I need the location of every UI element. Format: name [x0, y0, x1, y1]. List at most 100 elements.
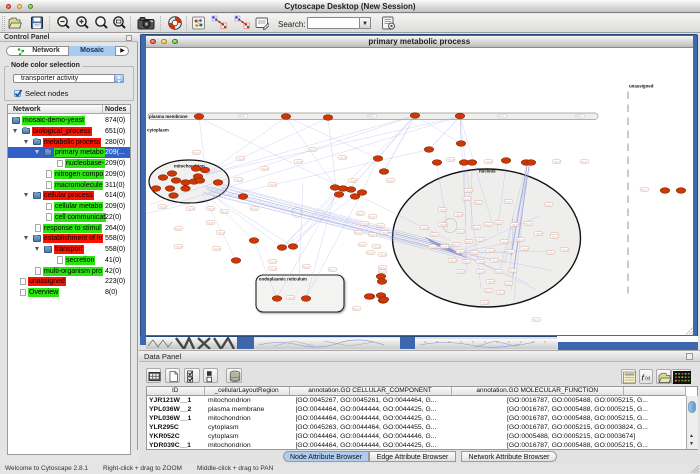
- svg-text:Yar-12: Yar-12: [380, 253, 387, 256]
- svg-text:Yar-12: Yar-12: [377, 224, 384, 227]
- svg-text:Yar-12: Yar-12: [238, 157, 245, 160]
- svg-text:Yar-12: Yar-12: [369, 215, 376, 218]
- svg-text:Yar-12: Yar-12: [367, 251, 374, 254]
- svg-text:(x): (x): [645, 376, 651, 381]
- svg-text:nucleus: nucleus: [479, 168, 496, 173]
- svg-text:Yar-12: Yar-12: [355, 231, 362, 234]
- svg-text:Yar-12: Yar-12: [581, 160, 588, 163]
- svg-text:Yar-12: Yar-12: [482, 301, 489, 304]
- svg-text:Yar-12: Yar-12: [214, 247, 221, 250]
- svg-text:Yar-12: Yar-12: [429, 245, 436, 248]
- svg-text:Yar-12: Yar-12: [374, 245, 381, 248]
- svg-text:Yar-12: Yar-12: [492, 259, 499, 262]
- svg-text:Yhr-4: Yhr-4: [498, 115, 504, 118]
- svg-text:Yar-12: Yar-12: [502, 240, 509, 243]
- svg-text:Yar-12: Yar-12: [382, 231, 389, 234]
- svg-text:Yar-12: Yar-12: [486, 160, 493, 163]
- svg-text:Yar-12: Yar-12: [456, 213, 463, 216]
- svg-text:Yar-12: Yar-12: [463, 260, 470, 263]
- svg-text:Yar-12: Yar-12: [422, 226, 429, 229]
- svg-text:Yar-12: Yar-12: [379, 266, 386, 269]
- svg-text:Yar-12: Yar-12: [379, 270, 386, 273]
- svg-text:Yar-12: Yar-12: [465, 240, 472, 243]
- svg-text:plasma membrane: plasma membrane: [149, 114, 188, 119]
- svg-text:Yar-12: Yar-12: [495, 270, 502, 273]
- svg-text:Yar-12: Yar-12: [641, 188, 648, 191]
- svg-text:Yar-12: Yar-12: [176, 245, 183, 248]
- svg-text:Yar-12: Yar-12: [522, 247, 529, 250]
- svg-text:Yar-12: Yar-12: [270, 260, 277, 263]
- svg-text:Yar-12: Yar-12: [431, 233, 438, 236]
- svg-text:Yar-12: Yar-12: [505, 200, 512, 203]
- svg-text:Yar-12: Yar-12: [160, 205, 167, 208]
- svg-text:Yar-12: Yar-12: [175, 227, 182, 230]
- svg-text:Yar-12: Yar-12: [507, 250, 514, 253]
- svg-text:Yar-12: Yar-12: [387, 179, 394, 182]
- svg-text:Yar-12: Yar-12: [498, 291, 505, 294]
- svg-text:Yar-12: Yar-12: [536, 232, 543, 235]
- svg-text:Yar-12: Yar-12: [369, 233, 376, 236]
- svg-text:Yar-12: Yar-12: [478, 260, 485, 263]
- svg-text:Yar-12: Yar-12: [458, 230, 465, 233]
- svg-text:Yar-12: Yar-12: [488, 249, 495, 252]
- svg-text:Yar-12: Yar-12: [270, 267, 277, 270]
- svg-text:Yar-12: Yar-12: [218, 231, 225, 234]
- svg-text:Yar-12: Yar-12: [303, 265, 310, 268]
- svg-text:Yar-12: Yar-12: [554, 160, 561, 163]
- svg-text:Yhr-4: Yhr-4: [239, 115, 245, 118]
- svg-text:Yar-12: Yar-12: [458, 250, 465, 253]
- svg-text:endoplasmic reticulum: endoplasmic reticulum: [259, 276, 307, 281]
- svg-text:Yar-12: Yar-12: [362, 222, 369, 225]
- svg-text:Yhr-4: Yhr-4: [576, 115, 582, 118]
- svg-text:Yar-12: Yar-12: [463, 197, 470, 200]
- svg-text:Yar-12: Yar-12: [251, 207, 258, 210]
- svg-text:Yar-12: Yar-12: [545, 203, 552, 206]
- svg-text:Yar-12: Yar-12: [509, 269, 516, 272]
- svg-text:Yar-12: Yar-12: [450, 259, 457, 262]
- svg-text:Yar-12: Yar-12: [453, 243, 460, 246]
- svg-text:Yar-12: Yar-12: [448, 158, 455, 161]
- svg-text:Yar-12: Yar-12: [441, 245, 448, 248]
- svg-text:Yar-12: Yar-12: [466, 189, 473, 192]
- svg-text:Yar-12: Yar-12: [505, 282, 512, 285]
- svg-text:cytoplasm: cytoplasm: [147, 127, 169, 132]
- svg-text:Yar-12: Yar-12: [485, 223, 492, 226]
- svg-text:Yar-12: Yar-12: [236, 178, 243, 181]
- svg-text:Yar-12: Yar-12: [207, 221, 214, 224]
- svg-text:Yar-12: Yar-12: [471, 251, 478, 254]
- svg-text:Yar-12: Yar-12: [478, 238, 485, 241]
- svg-text:Yar-12: Yar-12: [309, 148, 316, 151]
- svg-text:Yar-12: Yar-12: [353, 307, 360, 310]
- svg-text:Yar-12: Yar-12: [296, 160, 303, 163]
- svg-text:Yar-12: Yar-12: [488, 280, 495, 283]
- svg-text:Yar-12: Yar-12: [262, 167, 269, 170]
- svg-text:Yar-12: Yar-12: [525, 222, 532, 225]
- svg-text:Yar-12: Yar-12: [458, 270, 465, 273]
- svg-text:Yar-12: Yar-12: [485, 289, 492, 292]
- svg-text:Yar-12: Yar-12: [193, 151, 200, 154]
- svg-text:Yar-12: Yar-12: [340, 156, 347, 159]
- svg-text:Yar-12: Yar-12: [357, 212, 364, 215]
- svg-text:Yar-12: Yar-12: [475, 201, 482, 204]
- svg-text:Yar-12: Yar-12: [288, 296, 295, 299]
- svg-text:Yar-12: Yar-12: [208, 207, 215, 210]
- svg-text:Yar-12: Yar-12: [517, 238, 524, 241]
- svg-text:Yar-12: Yar-12: [350, 179, 357, 182]
- svg-text:Yar-12: Yar-12: [329, 268, 336, 271]
- svg-text:Yar-12: Yar-12: [495, 221, 502, 224]
- svg-text:Yar-12: Yar-12: [512, 223, 519, 226]
- svg-text:Yar-12: Yar-12: [188, 207, 195, 210]
- svg-text:unassigned: unassigned: [629, 83, 654, 88]
- svg-text:Yar-12: Yar-12: [221, 210, 228, 213]
- svg-text:Yar-12: Yar-12: [478, 270, 485, 273]
- svg-text:Yar-12: Yar-12: [359, 243, 366, 246]
- svg-text:Yhr-4: Yhr-4: [368, 115, 374, 118]
- svg-text:Yar-12: Yar-12: [533, 318, 540, 321]
- svg-text:Yar-12: Yar-12: [552, 235, 559, 238]
- svg-text:Yar-12: Yar-12: [270, 183, 277, 186]
- svg-text:Yar-12: Yar-12: [562, 248, 569, 251]
- svg-text:Yar-12: Yar-12: [440, 208, 447, 211]
- svg-text:Yar-12: Yar-12: [440, 223, 447, 226]
- svg-text:Yar-12: Yar-12: [473, 226, 480, 229]
- svg-text:Yar-12: Yar-12: [547, 251, 554, 254]
